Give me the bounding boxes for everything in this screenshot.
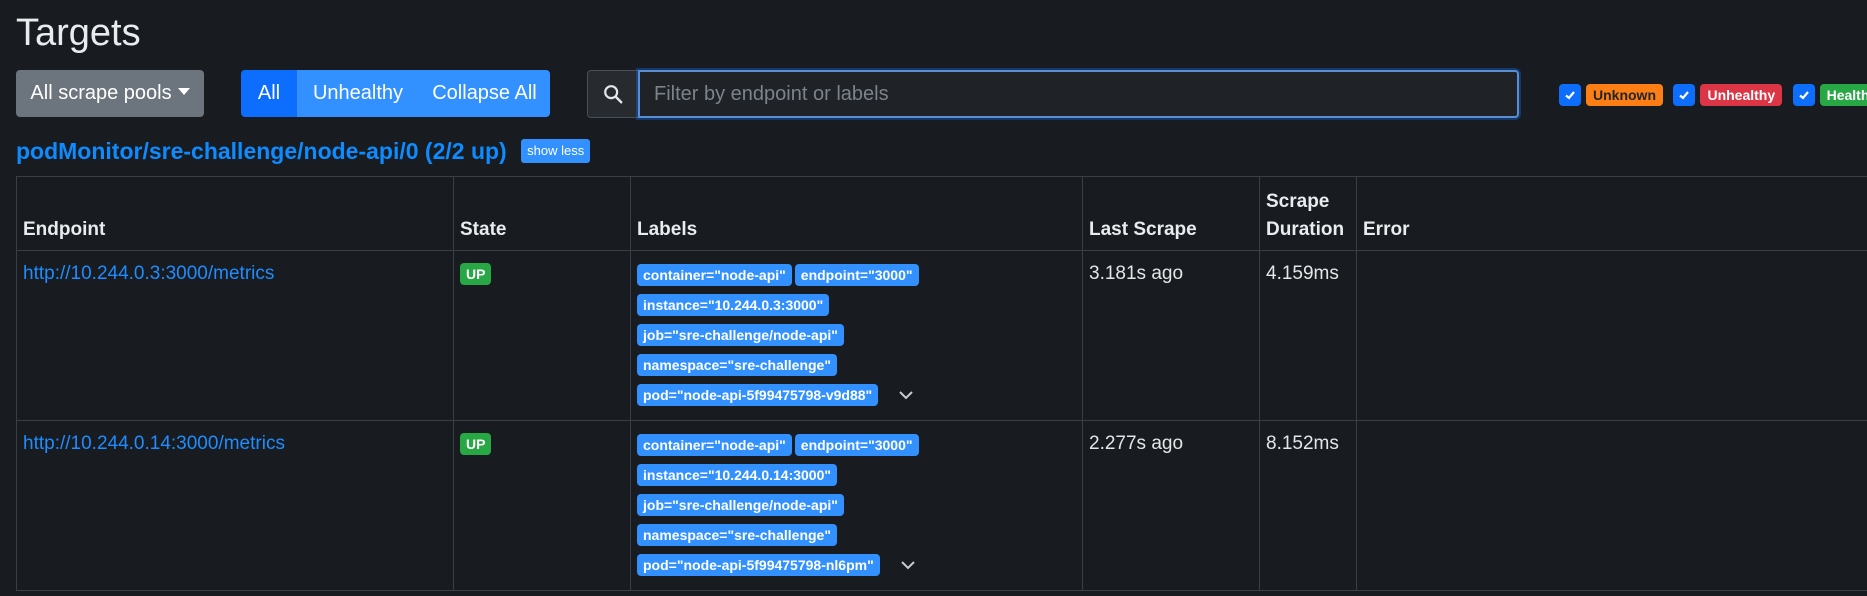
scrape-pools-dropdown[interactable]: All scrape pools bbox=[16, 70, 204, 117]
scrape-duration-cell: 4.159ms bbox=[1259, 250, 1357, 421]
column-header-scrape-duration: Scrape Duration bbox=[1259, 176, 1357, 251]
unhealthy-badge: Unhealthy bbox=[1700, 84, 1783, 106]
error-cell bbox=[1356, 420, 1867, 591]
filter-unhealthy-button[interactable]: Unhealthy bbox=[297, 70, 419, 117]
column-header-last-scrape: Last Scrape bbox=[1082, 176, 1260, 251]
last-scrape-cell: 2.277s ago bbox=[1082, 420, 1260, 591]
targets-table: Endpoint State Labels Last Scrape Scrape… bbox=[16, 176, 1867, 591]
state-cell: UP bbox=[453, 420, 631, 591]
scrape-pool-link[interactable]: podMonitor/sre-challenge/node-api/0 (2/2… bbox=[16, 138, 507, 164]
healthy-badge: Healthy bbox=[1819, 84, 1867, 106]
table-row: http://10.244.0.3:3000/metrics UP contai… bbox=[16, 250, 1867, 421]
label-badge: container="node-api" bbox=[637, 434, 792, 456]
search-input[interactable] bbox=[638, 70, 1519, 118]
table-header-row: Endpoint State Labels Last Scrape Scrape… bbox=[16, 176, 1867, 251]
scrape-pool-header: podMonitor/sre-challenge/node-api/0 (2/2… bbox=[16, 137, 591, 167]
label-badge: pod="node-api-5f99475798-nl6pm" bbox=[637, 554, 880, 577]
scrape-duration-cell: 8.152ms bbox=[1259, 420, 1357, 591]
state-badge: UP bbox=[460, 433, 492, 455]
health-filters: Unknown Unhealthy Healthy bbox=[1559, 84, 1867, 108]
filter-button-group: All Unhealthy Collapse All bbox=[241, 70, 550, 117]
search-icon bbox=[587, 70, 639, 118]
unknown-badge: Unknown bbox=[1586, 84, 1663, 106]
page-title: Targets bbox=[16, 12, 141, 54]
filter-healthy[interactable]: Healthy bbox=[1792, 84, 1867, 106]
endpoint-cell: http://10.244.0.14:3000/metrics bbox=[16, 420, 454, 591]
column-header-endpoint: Endpoint bbox=[16, 176, 454, 251]
filter-all-button[interactable]: All bbox=[241, 70, 297, 117]
label-badge: endpoint="3000" bbox=[794, 264, 919, 286]
label-badge: namespace="sre-challenge" bbox=[637, 524, 837, 546]
endpoint-link[interactable]: http://10.244.0.14:3000/metrics bbox=[23, 433, 285, 454]
label-badge: instance="10.244.0.3:3000" bbox=[637, 294, 830, 316]
filter-unhealthy[interactable]: Unhealthy bbox=[1673, 84, 1783, 106]
scrape-pools-label: All scrape pools bbox=[30, 82, 172, 104]
caret-down-icon bbox=[177, 88, 190, 95]
state-cell: UP bbox=[453, 250, 631, 421]
chevron-down-icon[interactable] bbox=[898, 382, 914, 408]
toolbar: All scrape pools All Unhealthy Collapse … bbox=[16, 70, 1867, 118]
label-badge: pod="node-api-5f99475798-v9d88" bbox=[637, 384, 879, 407]
column-header-error: Error bbox=[1356, 176, 1867, 251]
search-group bbox=[587, 70, 1519, 118]
last-scrape-cell: 3.181s ago bbox=[1082, 250, 1260, 421]
column-header-labels: Labels bbox=[630, 176, 1083, 251]
filter-unknown[interactable]: Unknown bbox=[1559, 84, 1663, 106]
checkbox-checked-icon[interactable] bbox=[1792, 84, 1815, 106]
endpoint-cell: http://10.244.0.3:3000/metrics bbox=[16, 250, 454, 421]
chevron-down-icon[interactable] bbox=[900, 552, 916, 578]
checkbox-checked-icon[interactable] bbox=[1673, 84, 1696, 106]
state-badge: UP bbox=[460, 263, 492, 285]
table-row: http://10.244.0.14:3000/metrics UP conta… bbox=[16, 420, 1867, 591]
label-badge: instance="10.244.0.14:3000" bbox=[637, 464, 838, 486]
column-header-state: State bbox=[453, 176, 631, 251]
label-badge: job="sre-challenge/node-api" bbox=[637, 324, 844, 346]
error-cell bbox=[1356, 250, 1867, 421]
collapse-all-button[interactable]: Collapse All bbox=[419, 70, 550, 117]
show-less-button[interactable]: show less bbox=[521, 139, 591, 163]
endpoint-link[interactable]: http://10.244.0.3:3000/metrics bbox=[23, 263, 274, 284]
label-badge: endpoint="3000" bbox=[794, 434, 919, 456]
label-badge: container="node-api" bbox=[637, 264, 792, 286]
label-badge: job="sre-challenge/node-api" bbox=[637, 494, 844, 516]
label-badge: namespace="sre-challenge" bbox=[637, 354, 837, 376]
labels-cell: container="node-api" endpoint="3000" inst… bbox=[630, 420, 1083, 591]
labels-cell: container="node-api" endpoint="3000" inst… bbox=[630, 250, 1083, 421]
checkbox-checked-icon[interactable] bbox=[1559, 84, 1581, 106]
